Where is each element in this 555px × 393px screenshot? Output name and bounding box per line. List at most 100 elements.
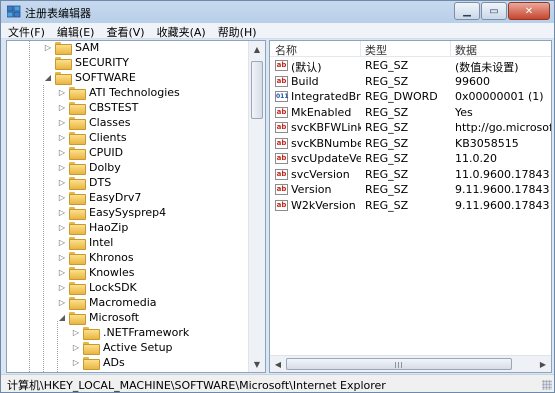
expand-arrow-icon[interactable]: ▷ xyxy=(57,163,67,173)
expand-arrow-icon[interactable]: ▷ xyxy=(57,193,67,203)
column-type[interactable]: 类型 xyxy=(365,42,387,58)
tree-item[interactable]: ▷ CBSTEST xyxy=(57,100,138,115)
tree-item[interactable]: ▷ .NETFramework xyxy=(71,325,189,340)
tree-item[interactable]: ▷ EasyDrv7 xyxy=(57,190,141,205)
tree-item-label: Microsoft xyxy=(89,311,140,324)
title-bar[interactable]: 注册表编辑器 ▁ ▭ ✕ xyxy=(1,1,554,23)
expand-arrow-icon[interactable]: ▷ xyxy=(57,103,67,113)
value-name: svcKBFWLink xyxy=(291,121,361,134)
expand-arrow-icon[interactable]: ▷ xyxy=(71,328,81,338)
registry-value-row[interactable]: ab W2kVersion REG_SZ 9.11.9600.17843 xyxy=(270,198,551,213)
menu-help[interactable]: 帮助(H) xyxy=(211,23,262,39)
tree-item[interactable]: ▷ Clients xyxy=(57,130,127,145)
expand-arrow-icon[interactable]: ▷ xyxy=(57,208,67,218)
list-horizontal-scrollbar[interactable]: ◀ ▶ xyxy=(270,355,551,372)
expand-arrow-icon[interactable]: ▷ xyxy=(71,373,81,374)
resize-grip-icon[interactable] xyxy=(542,380,552,390)
tree-item[interactable]: ▷ Active Setup xyxy=(71,340,173,355)
expand-arrow-icon[interactable]: ▷ xyxy=(57,178,67,188)
list-scroll-thumb[interactable] xyxy=(286,358,512,370)
column-divider[interactable] xyxy=(360,41,361,57)
registry-value-row[interactable]: ab (默认) REG_SZ (数值未设置) xyxy=(270,58,551,74)
tree-item[interactable]: ▷ Intel xyxy=(57,235,113,250)
tree-item[interactable]: ▷ CPUID xyxy=(57,145,123,160)
tree-guide-line xyxy=(57,321,58,372)
expand-arrow-icon[interactable]: ▷ xyxy=(57,118,67,128)
tree-item[interactable]: ▷ Knowles xyxy=(57,265,134,280)
expand-arrow-icon[interactable]: ▷ xyxy=(57,268,67,278)
registry-key-tree[interactable]: ▷ SAM SECURITY ◢ SOFTWARE ▷ ATI Technologies ▷ C… xyxy=(6,40,266,373)
expand-arrow-icon[interactable]: ▷ xyxy=(57,283,67,293)
value-name: W2kVersion xyxy=(291,198,356,212)
registry-value-row[interactable]: ab Build REG_SZ 99600 xyxy=(270,74,551,89)
registry-values-list[interactable]: 名称 类型 数据 ab (默认) REG_SZ (数值未设置) ab Build REG_S… xyxy=(269,40,552,373)
registry-value-row[interactable]: absvcKBFWLink REG_SZ http://go.microsoft.c… xyxy=(270,120,551,135)
registry-value-row[interactable]: ab svcKBNumber REG_SZ KB3058515 xyxy=(270,136,551,151)
tree-item[interactable]: ▷ Dolby xyxy=(57,160,121,175)
tree-item[interactable]: ▷ Macromedia xyxy=(57,295,157,310)
maximize-button[interactable]: ▭ xyxy=(481,2,507,20)
tree-item-label: SAM xyxy=(75,41,100,54)
scroll-right-icon[interactable]: ▶ xyxy=(536,357,550,371)
tree-item-label: Macromedia xyxy=(89,296,157,309)
tree-item[interactable]: ◢ Microsoft xyxy=(57,310,139,325)
tree-item[interactable]: ▷ EasySysprep4 xyxy=(57,205,166,220)
tree-item[interactable]: ▷ DTS xyxy=(57,175,111,190)
tree-item-label: ATI Technologies xyxy=(89,86,180,99)
tree-item[interactable]: ◢ SOFTWARE xyxy=(43,70,136,85)
expand-arrow-icon[interactable]: ▷ xyxy=(57,298,67,308)
expand-arrow-icon[interactable]: ▷ xyxy=(71,358,81,368)
list-header: 名称 类型 数据 xyxy=(270,41,551,58)
registry-value-row[interactable]: ab MkEnabled REG_SZ Yes xyxy=(270,105,551,120)
registry-value-row[interactable]: ab svcVersion REG_SZ 11.0.9600.17843 xyxy=(270,167,551,182)
tree-item[interactable]: ▷ ADs xyxy=(71,355,125,370)
string-value-icon: ab xyxy=(275,184,288,195)
tree-item[interactable]: ▷ SAM xyxy=(43,41,100,55)
collapse-arrow-icon[interactable]: ◢ xyxy=(57,313,67,323)
value-type: REG_SZ xyxy=(365,136,409,150)
expand-arrow-icon[interactable]: ▷ xyxy=(71,343,81,353)
registry-editor-window: 注册表编辑器 ▁ ▭ ✕ 文件(F) 编辑(E) 查看(V) 收藏夹(A) 帮助… xyxy=(0,0,555,393)
menu-favorites[interactable]: 收藏夹(A) xyxy=(150,23,211,39)
column-name[interactable]: 名称 xyxy=(275,42,297,58)
scroll-up-icon[interactable]: ▲ xyxy=(250,42,264,56)
expand-arrow-icon[interactable]: ▷ xyxy=(57,148,67,158)
expand-arrow-icon[interactable]: ▷ xyxy=(57,238,67,248)
column-data[interactable]: 数据 xyxy=(455,42,477,58)
menu-view[interactable]: 查看(V) xyxy=(99,23,149,39)
folder-icon xyxy=(69,312,86,325)
folder-icon xyxy=(55,72,72,85)
scroll-left-icon[interactable]: ◀ xyxy=(271,357,285,371)
expand-arrow-icon[interactable]: ▷ xyxy=(57,223,67,233)
tree-item[interactable]: SECURITY xyxy=(43,55,129,70)
folder-icon xyxy=(83,372,98,373)
expand-arrow-icon[interactable]: ▷ xyxy=(57,133,67,143)
tree-item[interactable]: ▷ Classes xyxy=(57,115,130,130)
folder-icon xyxy=(69,102,86,115)
column-divider[interactable] xyxy=(450,41,451,57)
string-value-icon: ab xyxy=(275,137,288,149)
value-name: svcUpdateVers... xyxy=(291,152,361,165)
expand-arrow-icon[interactable]: ▷ xyxy=(57,253,67,263)
tree-item[interactable]: ▷ LockSDK xyxy=(57,280,137,295)
expand-arrow-icon[interactable]: ▷ xyxy=(43,43,53,53)
scroll-down-icon[interactable]: ▼ xyxy=(250,357,264,371)
tree-item[interactable]: ▷ Khronos xyxy=(57,250,134,265)
value-data: 11.0.20 xyxy=(455,152,497,165)
menu-file[interactable]: 文件(F) xyxy=(1,23,50,39)
tree-item[interactable]: ▷ HaoZip xyxy=(57,220,128,235)
tree-vertical-scrollbar[interactable]: ▲ ▼ xyxy=(248,41,265,372)
registry-value-row[interactable]: ab Version REG_SZ 9.11.9600.17843 xyxy=(270,182,551,197)
tree-item-label: DTS xyxy=(89,176,112,189)
tree-item[interactable]: ▷ Advanced INF Setup xyxy=(71,370,214,374)
tree-scroll-thumb[interactable] xyxy=(251,61,263,119)
tree-item[interactable]: ▷ ATI Technologies xyxy=(57,85,180,100)
expand-arrow-icon[interactable]: ▷ xyxy=(57,88,67,98)
close-button[interactable]: ✕ xyxy=(508,2,550,20)
registry-value-row[interactable]: 011IntegratedBro... REG_DWORD 0x00000001 (… xyxy=(270,89,551,104)
collapse-arrow-icon[interactable]: ◢ xyxy=(43,73,53,83)
minimize-button[interactable]: ▁ xyxy=(454,2,480,20)
registry-value-row[interactable]: absvcUpdateVers... REG_SZ 11.0.20 xyxy=(270,151,551,166)
tree-item-label: LockSDK xyxy=(89,281,137,294)
menu-edit[interactable]: 编辑(E) xyxy=(50,23,100,39)
